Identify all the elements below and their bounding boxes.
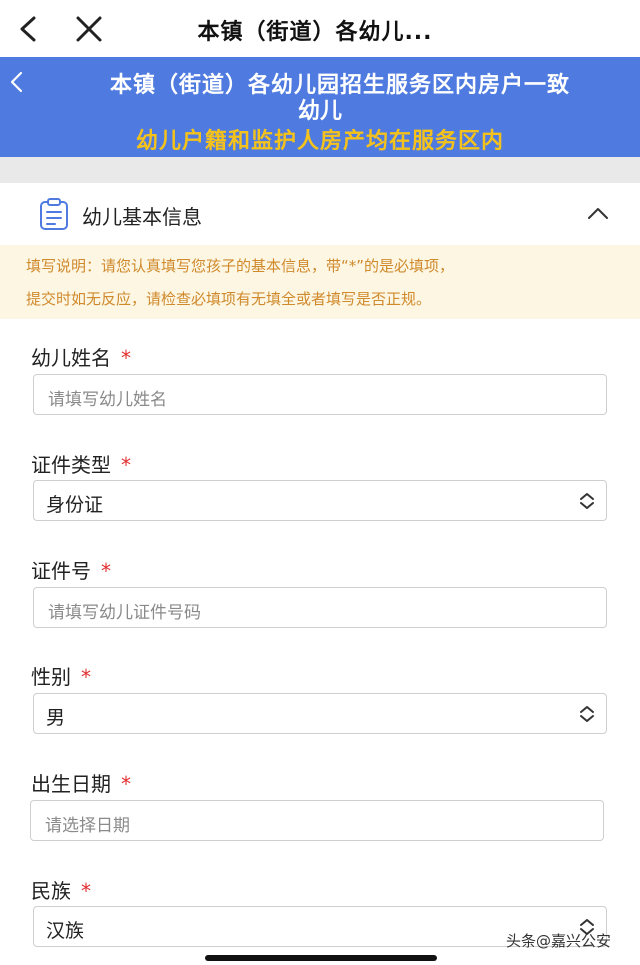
ethnicity-value: 汉族 (46, 920, 85, 942)
home-indicator[interactable] (205, 955, 437, 961)
child-name-label-text: 幼儿姓名 (31, 346, 111, 370)
id-type-value: 身份证 (46, 494, 104, 516)
window-title: 本镇（街道）各幼儿... (197, 20, 433, 45)
id-type-label-text: 证件类型 (31, 453, 111, 477)
child-name-placeholder: 请填写幼儿姓名 (48, 390, 167, 410)
child-name-input[interactable]: 请填写幼儿姓名 (33, 374, 607, 415)
required-mark: * (81, 879, 91, 903)
fill-instructions: 填写说明：请您认真填写您孩子的基本信息，带“*”的是必填项， 提交时如无反应，请… (0, 245, 640, 319)
gender-label-text: 性别 (31, 665, 71, 689)
gender-select[interactable]: 男 (33, 693, 607, 734)
birth-date-placeholder: 请选择日期 (45, 816, 130, 836)
required-mark: * (121, 346, 131, 370)
page-title-line2: 幼儿 (297, 99, 342, 124)
source-watermark: 头条@嘉兴公安 (506, 932, 612, 950)
ethnicity-label-text: 民族 (31, 879, 71, 903)
child-name-label: 幼儿姓名 * (31, 342, 131, 371)
page-subtitle: 幼儿户籍和监护人房产均在服务区内 (135, 129, 504, 154)
select-updown-icon (580, 706, 594, 722)
required-mark: * (101, 559, 111, 583)
id-number-input[interactable]: 请填写幼儿证件号码 (33, 587, 607, 628)
ethnicity-label: 民族 * (31, 875, 91, 904)
id-number-label: 证件号 * (31, 555, 111, 584)
required-mark: * (121, 453, 131, 477)
section-header[interactable]: 幼儿基本信息 (0, 183, 640, 245)
instructions-line2: 提交时如无反应，请检查必填项有无填全或者填写是否正规。 (26, 290, 432, 308)
required-mark: * (81, 665, 91, 689)
id-type-label: 证件类型 * (31, 449, 131, 478)
page-header: 本镇（街道）各幼儿园招生服务区内房户一致 幼儿 幼儿户籍和监护人房产均在服务区内 (0, 57, 640, 157)
section-divider (0, 157, 640, 183)
gender-label: 性别 * (31, 661, 91, 690)
header-back-icon[interactable] (6, 69, 28, 95)
id-type-select[interactable]: 身份证 (33, 480, 607, 521)
clipboard-icon (40, 198, 68, 230)
select-updown-icon (580, 493, 594, 509)
required-mark: * (121, 772, 131, 796)
birth-date-label-text: 出生日期 (31, 772, 111, 796)
gender-value: 男 (46, 707, 66, 729)
chevron-up-icon[interactable] (586, 204, 610, 222)
birth-date-label: 出生日期 * (31, 768, 131, 797)
id-number-label-text: 证件号 (31, 559, 91, 583)
birth-date-picker[interactable]: 请选择日期 (30, 800, 604, 841)
section-title: 幼儿基本信息 (82, 205, 202, 229)
id-number-placeholder: 请填写幼儿证件号码 (48, 603, 201, 623)
instructions-line1: 填写说明：请您认真填写您孩子的基本信息，带“*”的是必填项， (26, 257, 455, 275)
back-arrow-icon[interactable] (12, 12, 46, 46)
top-nav-bar: 本镇（街道）各幼儿... (0, 0, 640, 57)
close-icon[interactable] (72, 12, 106, 46)
